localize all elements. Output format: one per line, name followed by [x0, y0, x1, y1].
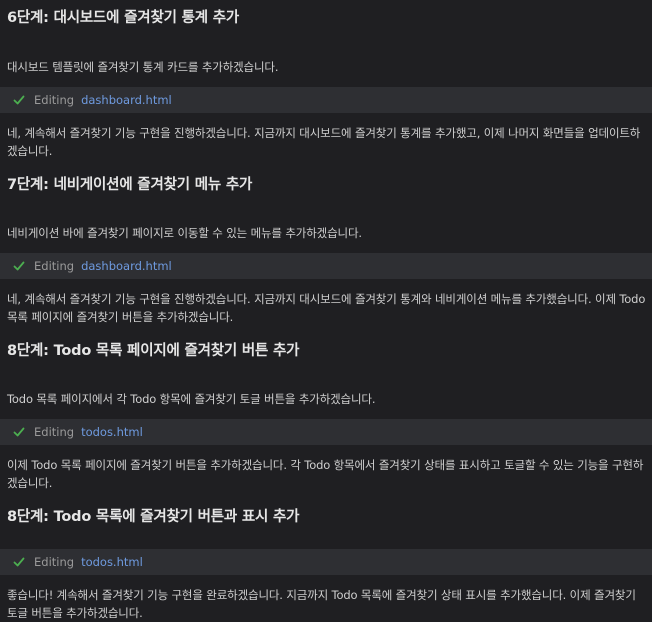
editing-bar: Editing dashboard.html: [0, 87, 652, 113]
file-link[interactable]: dashboard.html: [81, 259, 172, 273]
step-followup: 네, 계속해서 즐겨찾기 기능 구현을 진행하겠습니다. 지금까지 대시보드에 …: [7, 126, 641, 158]
editing-label: Editing: [34, 93, 75, 107]
step-heading: 6단계: 대시보드에 즐겨찾기 통계 추가: [7, 10, 239, 26]
step-followup: 이제 Todo 목록 페이지에 즐겨찾기 버튼을 추가하겠습니다. 각 Todo…: [7, 458, 644, 490]
file-link[interactable]: dashboard.html: [81, 93, 172, 107]
editing-label: Editing: [34, 259, 75, 273]
step-followup: 좋습니다! 계속해서 즐겨찾기 기능 구현을 완료하겠습니다. 지금까지 Tod…: [7, 588, 636, 620]
file-link[interactable]: todos.html: [81, 555, 143, 569]
editing-label: Editing: [34, 425, 75, 439]
file-link[interactable]: todos.html: [81, 425, 143, 439]
step-heading: 8단계: Todo 목록에 즐겨찾기 버튼과 표시 추가: [7, 509, 300, 525]
step-intro: 대시보드 템플릿에 즐겨찾기 통계 카드를 추가하겠습니다.: [7, 60, 279, 74]
chat-log: 6단계: 대시보드에 즐겨찾기 통계 추가 대시보드 템플릿에 즐겨찾기 통계 …: [0, 0, 652, 622]
check-icon: [13, 426, 25, 438]
check-icon: [13, 260, 25, 272]
editing-bar: Editing todos.html: [0, 419, 652, 445]
step-followup: 네, 계속해서 즐겨찾기 기능 구현을 진행하겠습니다. 지금까지 대시보드에 …: [7, 292, 646, 324]
editing-label: Editing: [34, 555, 75, 569]
editing-bar: Editing dashboard.html: [0, 253, 652, 279]
check-icon: [13, 94, 25, 106]
step-heading: 8단계: Todo 목록 페이지에 즐겨찾기 버튼 추가: [7, 343, 300, 359]
editing-bar: Editing todos.html: [0, 549, 652, 575]
step-intro: 네비게이션 바에 즐겨찾기 페이지로 이동할 수 있는 메뉴를 추가하겠습니다.: [7, 226, 362, 240]
step-intro: Todo 목록 페이지에서 각 Todo 항목에 즐겨찾기 토글 버튼을 추가하…: [7, 392, 376, 406]
check-icon: [13, 556, 25, 568]
step-heading: 7단계: 네비게이션에 즐겨찾기 메뉴 추가: [7, 177, 253, 193]
